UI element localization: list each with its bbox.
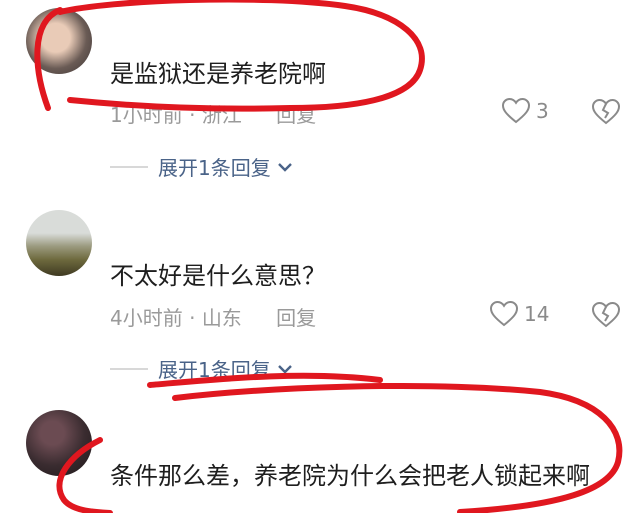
separator: · bbox=[182, 103, 202, 127]
expand-replies-button[interactable]: 展开1条回复 bbox=[110, 152, 293, 181]
avatar[interactable] bbox=[26, 210, 92, 276]
chevron-down-icon bbox=[277, 162, 292, 172]
comment-location: 浙江 bbox=[201, 103, 242, 127]
comment-time: 4小时前 bbox=[110, 306, 183, 330]
chevron-down-icon bbox=[277, 364, 292, 374]
avatar[interactable] bbox=[26, 8, 92, 74]
heart-outline-icon bbox=[490, 301, 518, 327]
comment-text[interactable]: 条件那么差，养老院为什么会把老人锁起来啊 bbox=[110, 456, 610, 513]
comment-meta: 4小时前 · 山东 回复 bbox=[110, 302, 316, 331]
like-button[interactable]: 14 bbox=[490, 301, 549, 327]
comment-location: 山东 bbox=[201, 306, 242, 330]
like-button[interactable]: 3 bbox=[502, 98, 549, 124]
like-count: 14 bbox=[524, 302, 550, 326]
comment-meta: 1小时前 · 浙江 回复 bbox=[110, 99, 316, 128]
comment-text[interactable]: 不太好是什么意思？ bbox=[110, 256, 326, 291]
broken-heart-icon[interactable] bbox=[592, 301, 620, 329]
expand-replies-button[interactable]: 展开1条回复 bbox=[110, 354, 293, 383]
heart-outline-icon bbox=[502, 98, 530, 124]
comment-text[interactable]: 是监狱还是养老院啊 bbox=[110, 54, 326, 89]
separator: · bbox=[182, 306, 202, 330]
expand-label: 展开1条回复 bbox=[158, 156, 271, 180]
expand-label: 展开1条回复 bbox=[158, 358, 271, 382]
reply-button[interactable]: 回复 bbox=[276, 103, 316, 127]
reply-button[interactable]: 回复 bbox=[276, 306, 316, 330]
divider-line bbox=[110, 165, 148, 168]
divider-line bbox=[110, 367, 148, 370]
like-count: 3 bbox=[536, 99, 549, 123]
broken-heart-icon[interactable] bbox=[592, 98, 620, 126]
avatar[interactable] bbox=[26, 410, 92, 476]
comment-time: 1小时前 bbox=[110, 103, 183, 127]
